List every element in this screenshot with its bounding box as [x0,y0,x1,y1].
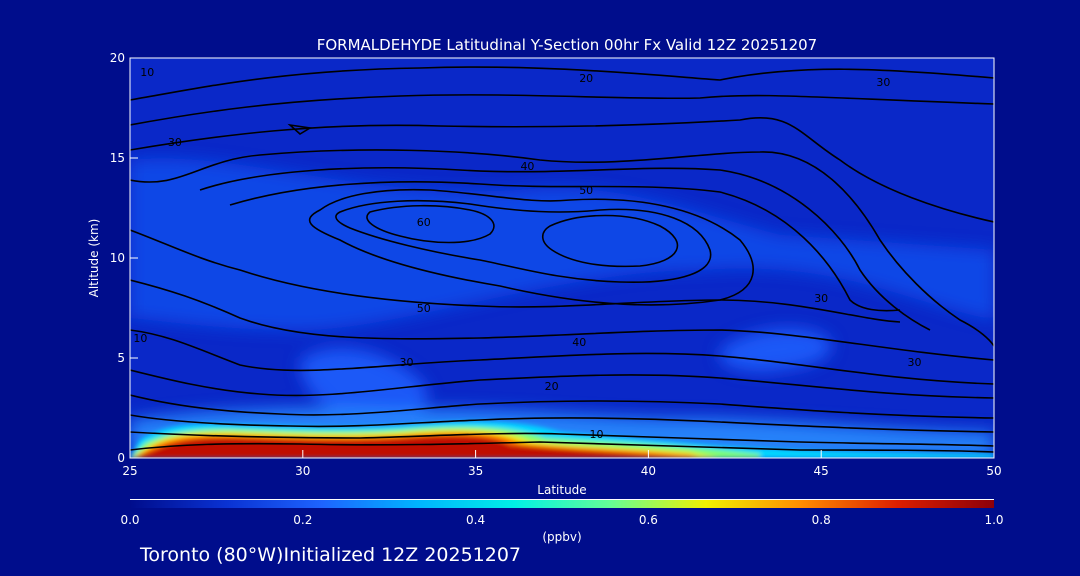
contour-label: 30 [399,356,413,369]
chart-title: FORMALDEHYDE Latitudinal Y-Section 00hr … [317,36,817,54]
contour-label: 30 [908,356,922,369]
colorbar-tick-label: 0.6 [639,513,658,527]
contour-label: 20 [579,72,593,85]
plot-area: 10 20 30 30 40 50 60 50 40 30 20 10 30 30 10 [129,57,995,459]
contour-label: 30 [876,76,890,89]
colorbar-ticks: 0.0 0.2 0.4 0.6 0.8 1.0 [120,513,1003,527]
contour-label: 40 [572,336,586,349]
contour-label: 50 [579,184,593,197]
x-tick-label: 25 [122,464,137,478]
contour-label: 10 [590,428,604,441]
x-axis-label: Latitude [537,483,586,497]
colorbar: 0.0 0.2 0.4 0.6 0.8 1.0 (ppbv) [120,499,1004,544]
footer-location-text: Toronto (80°W)Initialized 12Z 20251207 [139,544,521,566]
chart: FORMALDEHYDE Latitudinal Y-Section 00hr … [87,36,1004,566]
contour-label: 40 [520,160,534,173]
y-tick-label: 20 [110,51,125,65]
y-tick-label: 5 [117,351,125,365]
colorbar-units-label: (ppbv) [542,530,581,544]
y-axis-label: Altitude (km) [87,219,101,298]
y-tick-label: 15 [110,151,125,165]
contour-label: 60 [417,216,431,229]
x-tick-label: 45 [814,464,829,478]
colorbar-tick-label: 0.4 [466,513,485,527]
colorbar-tick-label: 1.0 [984,513,1003,527]
colorbar-tick-label: 0.0 [120,513,139,527]
y-tick-label: 0 [117,451,125,465]
contour-label: 10 [140,66,154,79]
x-tick-label: 50 [986,464,1001,478]
colorbar-tick-label: 0.2 [293,513,312,527]
colorbar-gradient [130,500,994,508]
x-tick-label: 35 [468,464,483,478]
contour-label: 10 [133,332,147,345]
x-tick-label: 30 [295,464,310,478]
contour-label: 30 [168,136,182,149]
contour-label: 50 [417,302,431,315]
y-tick-label: 10 [110,251,125,265]
contour-label: 20 [545,380,559,393]
contour-label: 30 [814,292,828,305]
x-tick-label: 40 [641,464,656,478]
colorbar-tick-label: 0.8 [812,513,831,527]
